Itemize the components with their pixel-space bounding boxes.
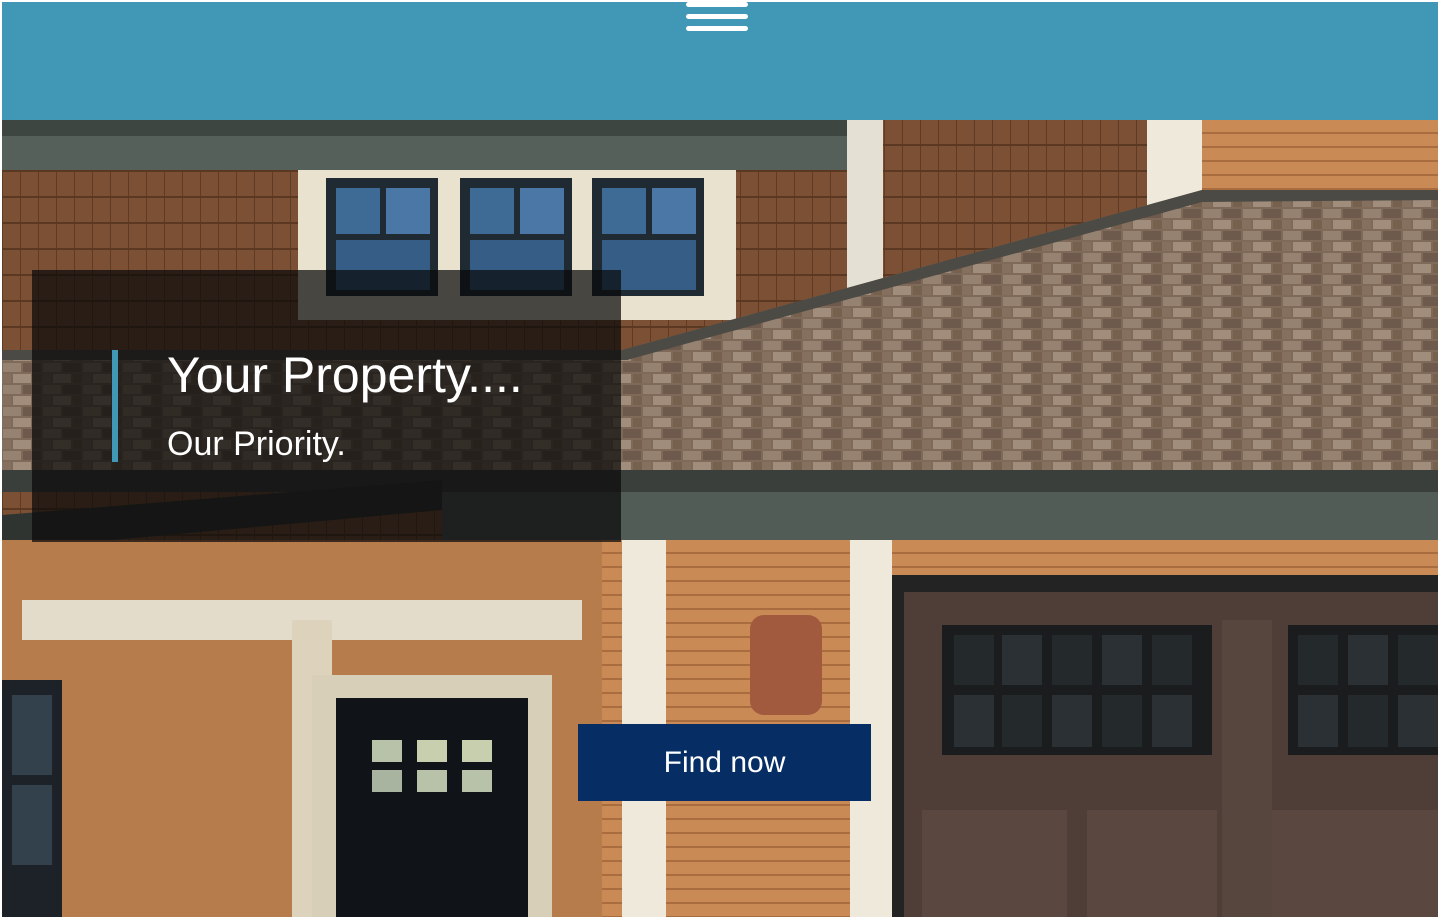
hamburger-line — [686, 26, 748, 31]
hero-subtitle: Our Priority. — [167, 425, 346, 463]
hero-title: Your Property.... — [167, 347, 523, 403]
hamburger-line — [686, 14, 748, 19]
hamburger-line — [686, 2, 748, 7]
hero-caption-panel: Your Property.... Our Priority. — [32, 270, 621, 542]
page-frame: Your Property.... Our Priority. Find now — [2, 2, 1438, 917]
caption-accent-bar — [112, 350, 118, 462]
find-now-button[interactable]: Find now — [578, 724, 871, 801]
hamburger-menu-icon[interactable] — [686, 2, 748, 34]
top-navigation-bar — [2, 2, 1438, 120]
hero-banner: Your Property.... Our Priority. Find now — [2, 120, 1438, 917]
